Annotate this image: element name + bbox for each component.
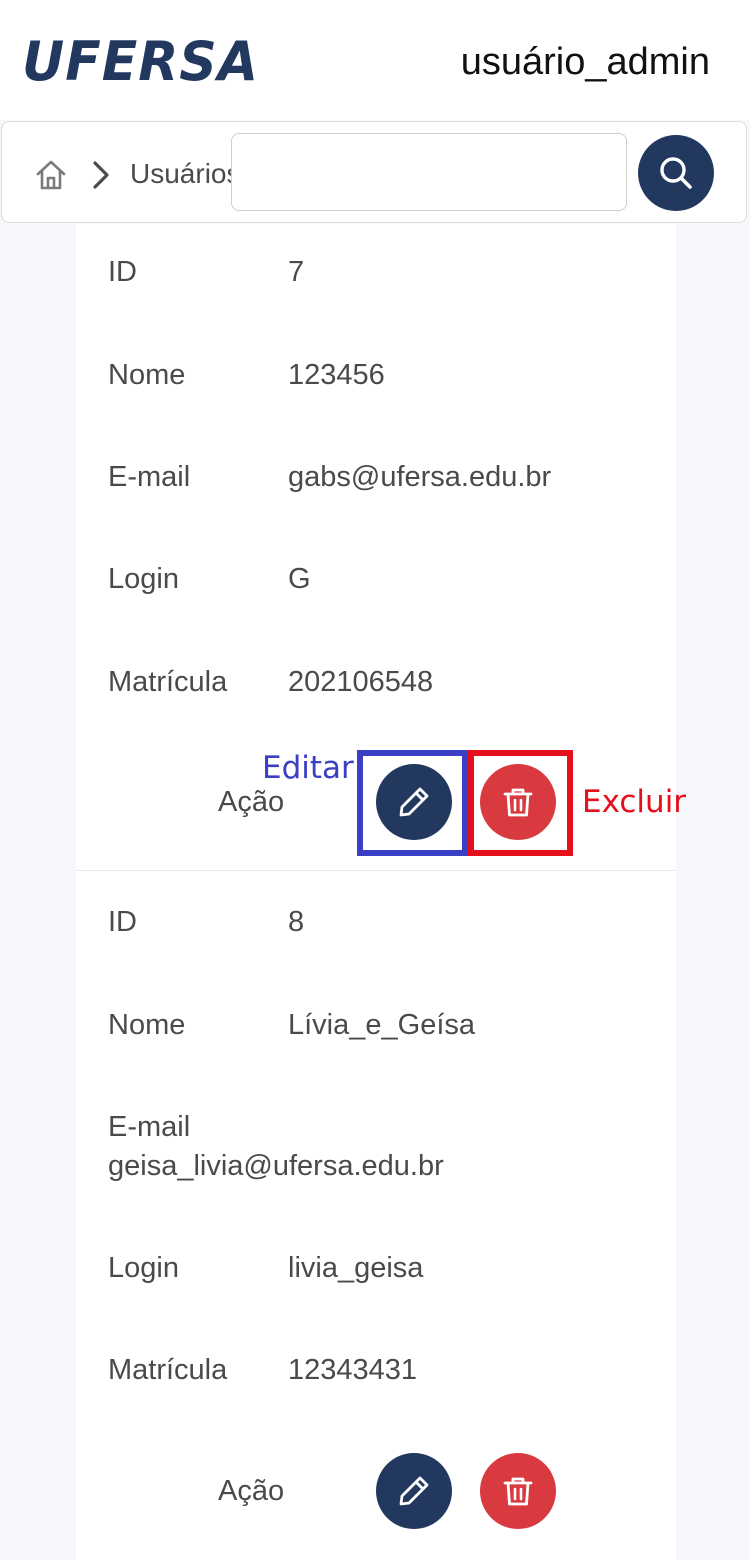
delete-highlight-box — [468, 750, 573, 856]
field-value-name: Lívia_e_Geísa — [288, 1009, 476, 1041]
field-value-matricula: 12343431 — [288, 1354, 418, 1386]
field-label-email: E-mail — [108, 1111, 191, 1143]
users-list: ID 7 Nome 123456 E-mail gabs@ufersa.edu.… — [76, 224, 676, 1560]
edit-highlight-box — [357, 750, 468, 856]
search-icon — [660, 157, 692, 189]
field-label-name: Nome — [108, 359, 186, 391]
edit-annotation-label: Editar — [262, 750, 354, 786]
search-input[interactable] — [231, 133, 627, 211]
field-label-id: ID — [108, 906, 137, 938]
breadcrumb-toolbar: Usuários — [1, 121, 747, 223]
field-label-matricula: Matrícula — [108, 666, 228, 698]
field-label-login: Login — [108, 563, 179, 595]
field-label-login: Login — [108, 1252, 179, 1284]
pencil-icon — [399, 1476, 429, 1506]
field-label-name: Nome — [108, 1009, 186, 1041]
app-header: UFERSA usuário_admin — [0, 0, 750, 120]
search-button[interactable] — [638, 135, 714, 211]
field-value-email: gabs@ufersa.edu.br — [288, 461, 552, 493]
chevron-right-icon — [93, 161, 109, 189]
delete-annotation-label: Excluir — [582, 784, 687, 820]
field-value-login: livia_geisa — [288, 1252, 424, 1284]
field-label-id: ID — [108, 256, 137, 288]
trash-icon — [503, 1477, 533, 1506]
ufersa-logo[interactable]: UFERSA — [22, 33, 259, 92]
field-label-action: Ação — [218, 1475, 285, 1507]
field-value-matricula: 202106548 — [288, 666, 434, 698]
breadcrumb-current[interactable]: Usuários — [130, 156, 234, 192]
field-label-matricula: Matrícula — [108, 1354, 228, 1386]
edit-button[interactable] — [376, 1453, 452, 1529]
field-label-action: Ação — [218, 786, 285, 818]
field-value-id: 7 — [288, 256, 305, 288]
field-label-email: E-mail — [108, 461, 191, 493]
field-value-id: 8 — [288, 906, 305, 938]
field-value-name: 123456 — [288, 359, 385, 391]
field-value-email: geisa_livia@ufersa.edu.br — [108, 1150, 444, 1182]
user-record: ID 8 Nome Lívia_e_Geísa E-mail geisa_liv… — [76, 871, 676, 1560]
current-user-name[interactable]: usuário_admin — [461, 40, 710, 84]
delete-button[interactable] — [480, 1453, 556, 1529]
home-icon[interactable] — [34, 158, 68, 192]
field-value-login: G — [288, 563, 311, 595]
